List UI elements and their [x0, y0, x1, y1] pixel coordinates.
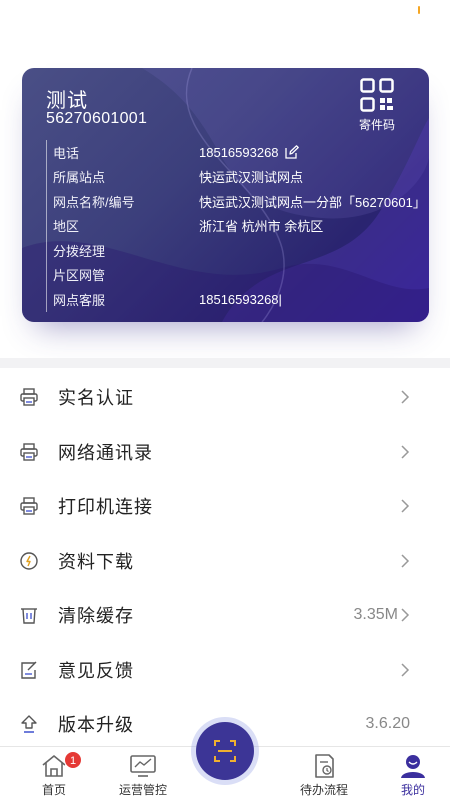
- section-divider: [0, 358, 450, 368]
- info-value: 浙江省 杭州市 余杭区: [199, 219, 324, 235]
- info-key: 网点名称/编号: [53, 194, 135, 210]
- chevron-right-icon: [401, 445, 410, 459]
- info-row-phone: 电话 18516593268: [53, 140, 426, 165]
- notification-badge: 1: [64, 751, 82, 769]
- tab-label: 首页: [41, 783, 66, 797]
- qr-code-button[interactable]: 寄件码: [351, 78, 403, 133]
- chevron-right-icon: [401, 608, 410, 622]
- info-row-customer-service: 网点客服 18516593268|: [53, 287, 426, 312]
- info-key: 所属站点: [53, 170, 106, 186]
- settings-menu: 实名认证 网络通讯录 打印机连接 资料下载 清除缓存 3.35M 意见反馈 版本…: [0, 370, 450, 752]
- menu-label: 网络通讯录: [58, 442, 153, 463]
- menu-item-feedback[interactable]: 意见反馈: [0, 643, 450, 698]
- user-id: 56270601001: [46, 110, 148, 127]
- menu-item-clear-cache[interactable]: 清除缓存 3.35M: [0, 588, 450, 643]
- info-row-outlet: 网点名称/编号 快运武汉测试网点一分部「56270601」: [53, 189, 426, 214]
- user-avatar-icon: [401, 755, 425, 778]
- scan-button[interactable]: [196, 722, 254, 780]
- phone-value: 18516593268: [199, 144, 279, 160]
- info-row-station: 所属站点 快运武汉测试网点: [53, 165, 426, 190]
- info-row-region: 地区 浙江省 杭州市 余杭区: [53, 214, 426, 239]
- menu-item-contacts[interactable]: 网络通讯录: [0, 425, 450, 480]
- user-name: 测试: [46, 90, 88, 112]
- trash-icon: [21, 608, 37, 624]
- info-row-area-admin: 片区网管: [53, 263, 426, 288]
- chevron-right-icon: [401, 499, 410, 513]
- scan-icon: [214, 740, 236, 762]
- printer-icon: [20, 443, 38, 461]
- qr-code-label: 寄件码: [358, 118, 395, 132]
- cache-size-value: 3.35M: [353, 606, 398, 624]
- info-value: 快运武汉测试网点: [199, 170, 304, 186]
- tab-label: 我的: [400, 783, 425, 797]
- chevron-right-icon: [401, 390, 410, 404]
- info-key: 片区网管: [53, 268, 106, 284]
- menu-item-real-name-auth[interactable]: 实名认证: [0, 370, 450, 425]
- menu-label: 版本升级: [58, 715, 134, 736]
- chevron-right-icon: [401, 663, 410, 677]
- qr-code-icon: [360, 78, 394, 112]
- info-key: 地区: [53, 219, 80, 235]
- chevron-right-icon: [401, 554, 410, 568]
- info-key: 电话: [53, 145, 80, 161]
- menu-label: 资料下载: [58, 551, 134, 572]
- download-circle-icon: [20, 552, 38, 570]
- menu-item-printer-connect[interactable]: 打印机连接: [0, 479, 450, 534]
- printer-icon: [20, 497, 38, 515]
- edit-icon[interactable]: [284, 145, 299, 159]
- menu-label: 打印机连接: [58, 497, 153, 518]
- tab-label: 运营管控: [118, 783, 167, 797]
- todo-document-icon: [315, 754, 334, 778]
- tab-todo[interactable]: 待办流程: [279, 747, 369, 800]
- version-value: 3.6.20: [365, 715, 410, 733]
- menu-label: 清除缓存: [58, 606, 134, 627]
- tab-label: 待办流程: [299, 783, 348, 797]
- profile-card: 测试 56270601001 寄件码 电话 18516593268 所属站点 快…: [22, 68, 429, 322]
- status-indicator: [418, 6, 420, 14]
- info-value: 快运武汉测试网点一分部「56270601」: [199, 194, 426, 210]
- tab-home[interactable]: 首页 1: [9, 747, 99, 800]
- info-value: 18516593268|: [199, 291, 282, 307]
- info-key: 分拨经理: [53, 243, 106, 259]
- info-value: 18516593268: [199, 145, 299, 160]
- tab-mine[interactable]: 我的: [368, 747, 450, 800]
- printer-icon: [20, 388, 38, 406]
- menu-item-download[interactable]: 资料下载: [0, 534, 450, 589]
- monitor-chart-icon: [130, 755, 156, 777]
- card-info-list: 电话 18516593268 所属站点 快运武汉测试网点 网点名称/编号 快运武…: [46, 140, 426, 312]
- info-key: 网点客服: [53, 292, 106, 308]
- menu-label: 实名认证: [58, 388, 134, 409]
- tab-operations[interactable]: 运营管控: [98, 747, 188, 800]
- upgrade-icon: [21, 715, 37, 734]
- menu-label: 意见反馈: [58, 660, 134, 681]
- info-row-dispatch-manager: 分拨经理: [53, 238, 426, 263]
- feedback-icon: [21, 661, 37, 679]
